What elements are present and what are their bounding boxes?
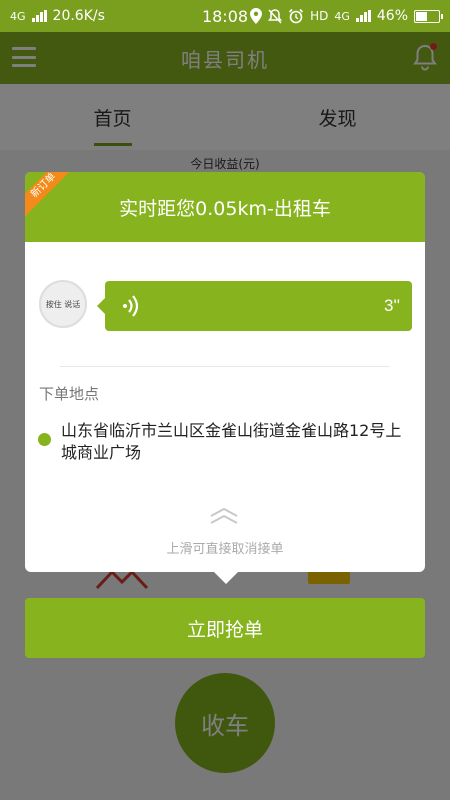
hold-to-talk-button[interactable]: 按住 说话: [39, 280, 87, 328]
signal-icon: [31, 10, 47, 22]
battery-percent: 46%: [376, 8, 408, 24]
signal-icon-right: [355, 10, 371, 22]
mute-icon: [268, 8, 283, 24]
status-bar: 4G 20.6K/s 18:08 HD 4G 46%: [0, 0, 450, 32]
swipe-hint: 上滑可直接取消接单: [166, 542, 284, 557]
location-icon: [250, 8, 263, 24]
voice-message-bubble[interactable]: 3'': [97, 281, 412, 331]
pickup-address: 山东省临沂市兰山区金雀山街道金雀山路12号上城商业广场: [61, 421, 402, 462]
network-speed: 20.6K/s: [52, 8, 105, 24]
battery-icon: [414, 9, 443, 23]
alarm-icon: [289, 8, 304, 24]
voice-duration: 3'': [384, 296, 400, 315]
divider: [60, 366, 390, 367]
network-type-right: 4G: [334, 9, 350, 23]
grab-order-button[interactable]: 立即抢单: [25, 598, 425, 658]
voice-wave-icon: [123, 295, 139, 317]
dialog-pointer: [212, 570, 240, 584]
location-dot-icon: [38, 433, 51, 446]
dialog-header: 实时距您0.05km-出租车: [25, 172, 425, 242]
order-dialog: 实时距您0.05km-出租车 新订单 按住 说话 3'' 下单地点 山东省临沂市…: [25, 172, 425, 572]
voice-message-row: 按住 说话 3'': [39, 280, 412, 332]
network-type: 4G: [10, 9, 26, 23]
pickup-label: 下单地点: [39, 385, 100, 403]
swipe-up-icon: [210, 507, 238, 524]
hd-label: HD: [310, 9, 329, 23]
